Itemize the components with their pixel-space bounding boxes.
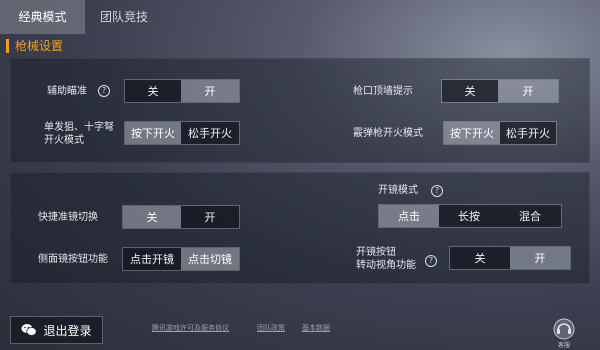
logout-button[interactable]: 退出登录 — [10, 316, 103, 344]
muzzle-hint-on[interactable]: 开 — [498, 80, 558, 102]
single-fire-press[interactable]: 按下开火 — [125, 122, 181, 144]
gun-settings-panel: 辅助瞄准 ? 关 开 枪口顶墙提示 关 开 单发狙、十字弩 开火模式 按下开火 … — [10, 58, 590, 163]
scope-button-rotate-off[interactable]: 关 — [450, 247, 510, 269]
question-icon[interactable]: ? — [431, 185, 443, 197]
single-fire-release[interactable]: 松手开火 — [181, 122, 239, 144]
tab-team[interactable]: 团队竞技 — [85, 0, 163, 34]
scope-mode-label: 开镜模式 — [378, 185, 418, 196]
side-scope-label: 侧面镜按钮功能 — [38, 254, 108, 265]
quick-scope-off[interactable]: 关 — [123, 206, 181, 228]
scope-settings-panel: 开镜模式 ? 点击 长按 混合 快捷准镜切换 关 开 侧面镜按钮功能 点击开镜 … — [10, 172, 590, 284]
shotgun-fire-mode-toggle: 按下开火 松手开火 — [443, 121, 557, 145]
customer-service-label: 客服 — [557, 342, 570, 349]
scope-button-rotate-label-line1: 开镜按钮 — [356, 247, 396, 258]
quick-scope-on[interactable]: 开 — [181, 206, 239, 228]
quick-scope-label: 快捷准镜切换 — [38, 212, 98, 223]
section-title: 枪械设置 — [6, 39, 63, 53]
single-fire-label-line2: 开火模式 — [44, 135, 84, 146]
logout-label: 退出登录 — [43, 323, 92, 338]
side-scope-open[interactable]: 点击开镜 — [123, 248, 181, 270]
mode-tabs: 经典模式 团队竞技 — [0, 0, 600, 34]
side-scope-toggle: 点击开镜 点击切镜 — [122, 247, 240, 271]
tab-classic[interactable]: 经典模式 — [0, 0, 85, 34]
customer-service-button[interactable]: 客服 — [552, 318, 576, 349]
scope-mode-mixed[interactable]: 混合 — [499, 205, 561, 227]
muzzle-hint-off[interactable]: 关 — [442, 80, 498, 102]
muzzle-hint-label: 枪口顶墙提示 — [353, 86, 413, 97]
aim-assist-on[interactable]: 开 — [181, 80, 239, 102]
single-fire-mode-toggle: 按下开火 松手开火 — [124, 121, 240, 145]
muzzle-hint-toggle: 关 开 — [441, 79, 559, 103]
shotgun-fire-press[interactable]: 按下开火 — [444, 122, 500, 144]
scope-button-rotate-on[interactable]: 开 — [510, 247, 570, 269]
scope-mode-tap[interactable]: 点击 — [379, 205, 439, 227]
team-policy-link[interactable]: 团队政策 — [257, 323, 285, 333]
basic-data-link[interactable]: 基本数据 — [302, 323, 330, 333]
question-icon[interactable]: ? — [425, 255, 437, 267]
aim-assist-off[interactable]: 关 — [125, 80, 181, 102]
question-icon[interactable]: ? — [98, 85, 110, 97]
aim-assist-label: 辅助瞄准 — [47, 86, 87, 97]
headset-icon — [553, 318, 575, 340]
scope-button-rotate-label-line2: 转动视角功能 — [356, 260, 416, 271]
aim-assist-toggle: 关 开 — [124, 79, 240, 103]
side-scope-switch[interactable]: 点击切镜 — [181, 248, 239, 270]
scope-button-rotate-label: 开镜按钮 转动视角功能 — [356, 246, 416, 272]
single-fire-label-line1: 单发狙、十字弩 — [44, 122, 114, 133]
scope-mode-hold[interactable]: 长按 — [439, 205, 499, 227]
license-agreement-link[interactable]: 腾讯游戏许可及服务协议 — [152, 323, 229, 333]
scope-button-rotate-toggle: 关 开 — [449, 246, 571, 270]
wechat-icon — [21, 324, 38, 336]
quick-scope-toggle: 关 开 — [122, 205, 240, 229]
shotgun-fire-label: 霰弹枪开火模式 — [353, 128, 423, 139]
scope-mode-selector: 点击 长按 混合 — [378, 204, 562, 228]
single-fire-label: 单发狙、十字弩 开火模式 — [44, 121, 114, 147]
shotgun-fire-release[interactable]: 松手开火 — [500, 122, 556, 144]
